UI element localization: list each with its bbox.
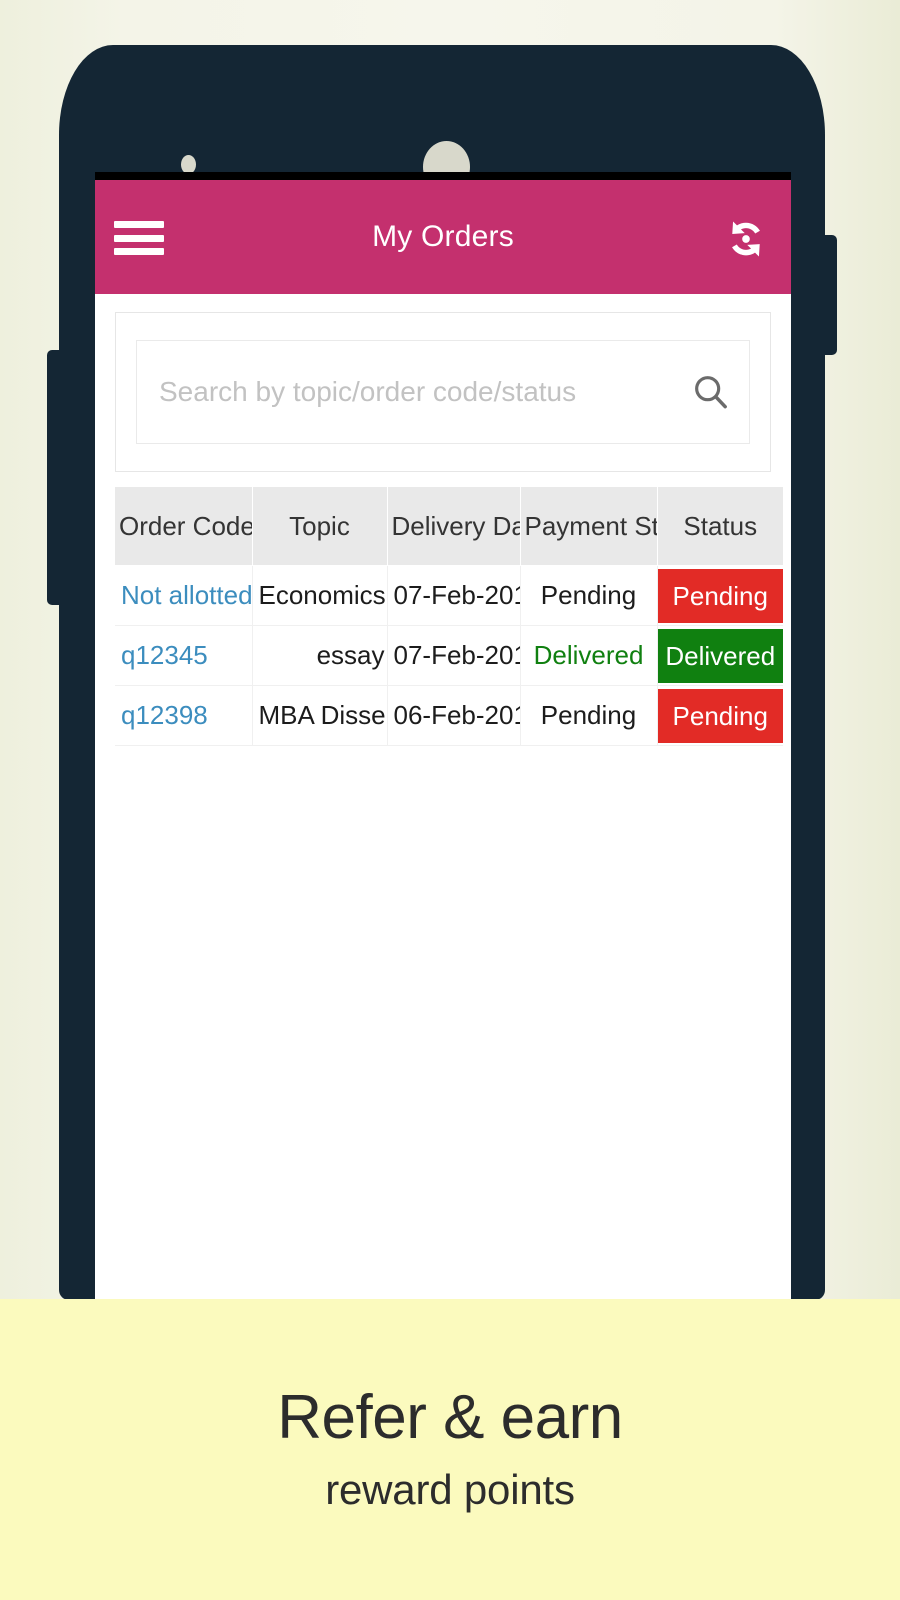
status-badge[interactable]: Delivered [657, 628, 783, 683]
cell-order-code[interactable]: q12398 [115, 685, 253, 746]
hamburger-bar [114, 221, 164, 228]
table-row[interactable]: q12345 essay 07-Feb-2016 Delivered Deliv… [115, 625, 783, 686]
orders-table: Order Code Topic Delivery Dat Payment St… [115, 487, 783, 746]
search-box[interactable] [136, 340, 750, 444]
cell-order-code[interactable]: q12345 [115, 625, 253, 686]
search-icon[interactable] [691, 372, 731, 412]
table-header-row: Order Code Topic Delivery Dat Payment St… [115, 487, 783, 566]
cell-delivery-date: 07-Feb-2016 [387, 565, 521, 626]
search-input[interactable] [137, 341, 749, 443]
cell-topic: MBA Disse... [252, 685, 388, 746]
column-header-order-code[interactable]: Order Code [115, 487, 253, 566]
cell-payment-status: Delivered [520, 625, 658, 686]
search-card [115, 312, 771, 472]
power-button[interactable] [821, 235, 837, 355]
table-row[interactable]: q12398 MBA Disse... 06-Feb-2016 Pending … [115, 685, 783, 746]
hamburger-bar [114, 248, 164, 255]
column-header-topic[interactable]: Topic [252, 487, 388, 566]
cell-status: Pending [657, 565, 783, 626]
phone-screen: My Orders Search by topic/order code/sta… [95, 172, 791, 1347]
hamburger-menu-icon[interactable] [114, 221, 164, 255]
cell-topic: Economics [252, 565, 388, 626]
cell-payment-status: Pending [520, 565, 658, 626]
cell-delivery-date: 06-Feb-2016 [387, 685, 521, 746]
cell-topic: essay [252, 625, 388, 686]
table-row[interactable]: Not allotted Economics 07-Feb-2016 Pendi… [115, 565, 783, 626]
cell-payment-status: Pending [520, 685, 658, 746]
status-badge[interactable]: Pending [657, 688, 783, 743]
column-header-payment-status[interactable]: Payment Sta [520, 487, 658, 566]
cell-status: Pending [657, 685, 783, 746]
refresh-sync-icon[interactable] [719, 212, 773, 266]
promo-subtitle: reward points [325, 1466, 575, 1514]
cell-status: Delivered [657, 625, 783, 686]
cell-delivery-date: 07-Feb-2016 [387, 625, 521, 686]
column-header-status[interactable]: Status [657, 487, 783, 566]
page-title: My Orders [372, 220, 514, 253]
app-bar: My Orders [95, 180, 791, 294]
phone-device-frame: My Orders Search by topic/order code/sta… [47, 45, 837, 1347]
status-bar [95, 172, 791, 180]
column-header-delivery-date[interactable]: Delivery Dat [387, 487, 521, 566]
status-badge[interactable]: Pending [657, 568, 783, 623]
promo-title: Refer & earn [277, 1382, 623, 1452]
hamburger-bar [114, 234, 164, 242]
promo-banner: Refer & earn reward points [0, 1299, 900, 1600]
volume-button[interactable] [47, 350, 63, 605]
cell-order-code[interactable]: Not allotted [115, 565, 253, 626]
